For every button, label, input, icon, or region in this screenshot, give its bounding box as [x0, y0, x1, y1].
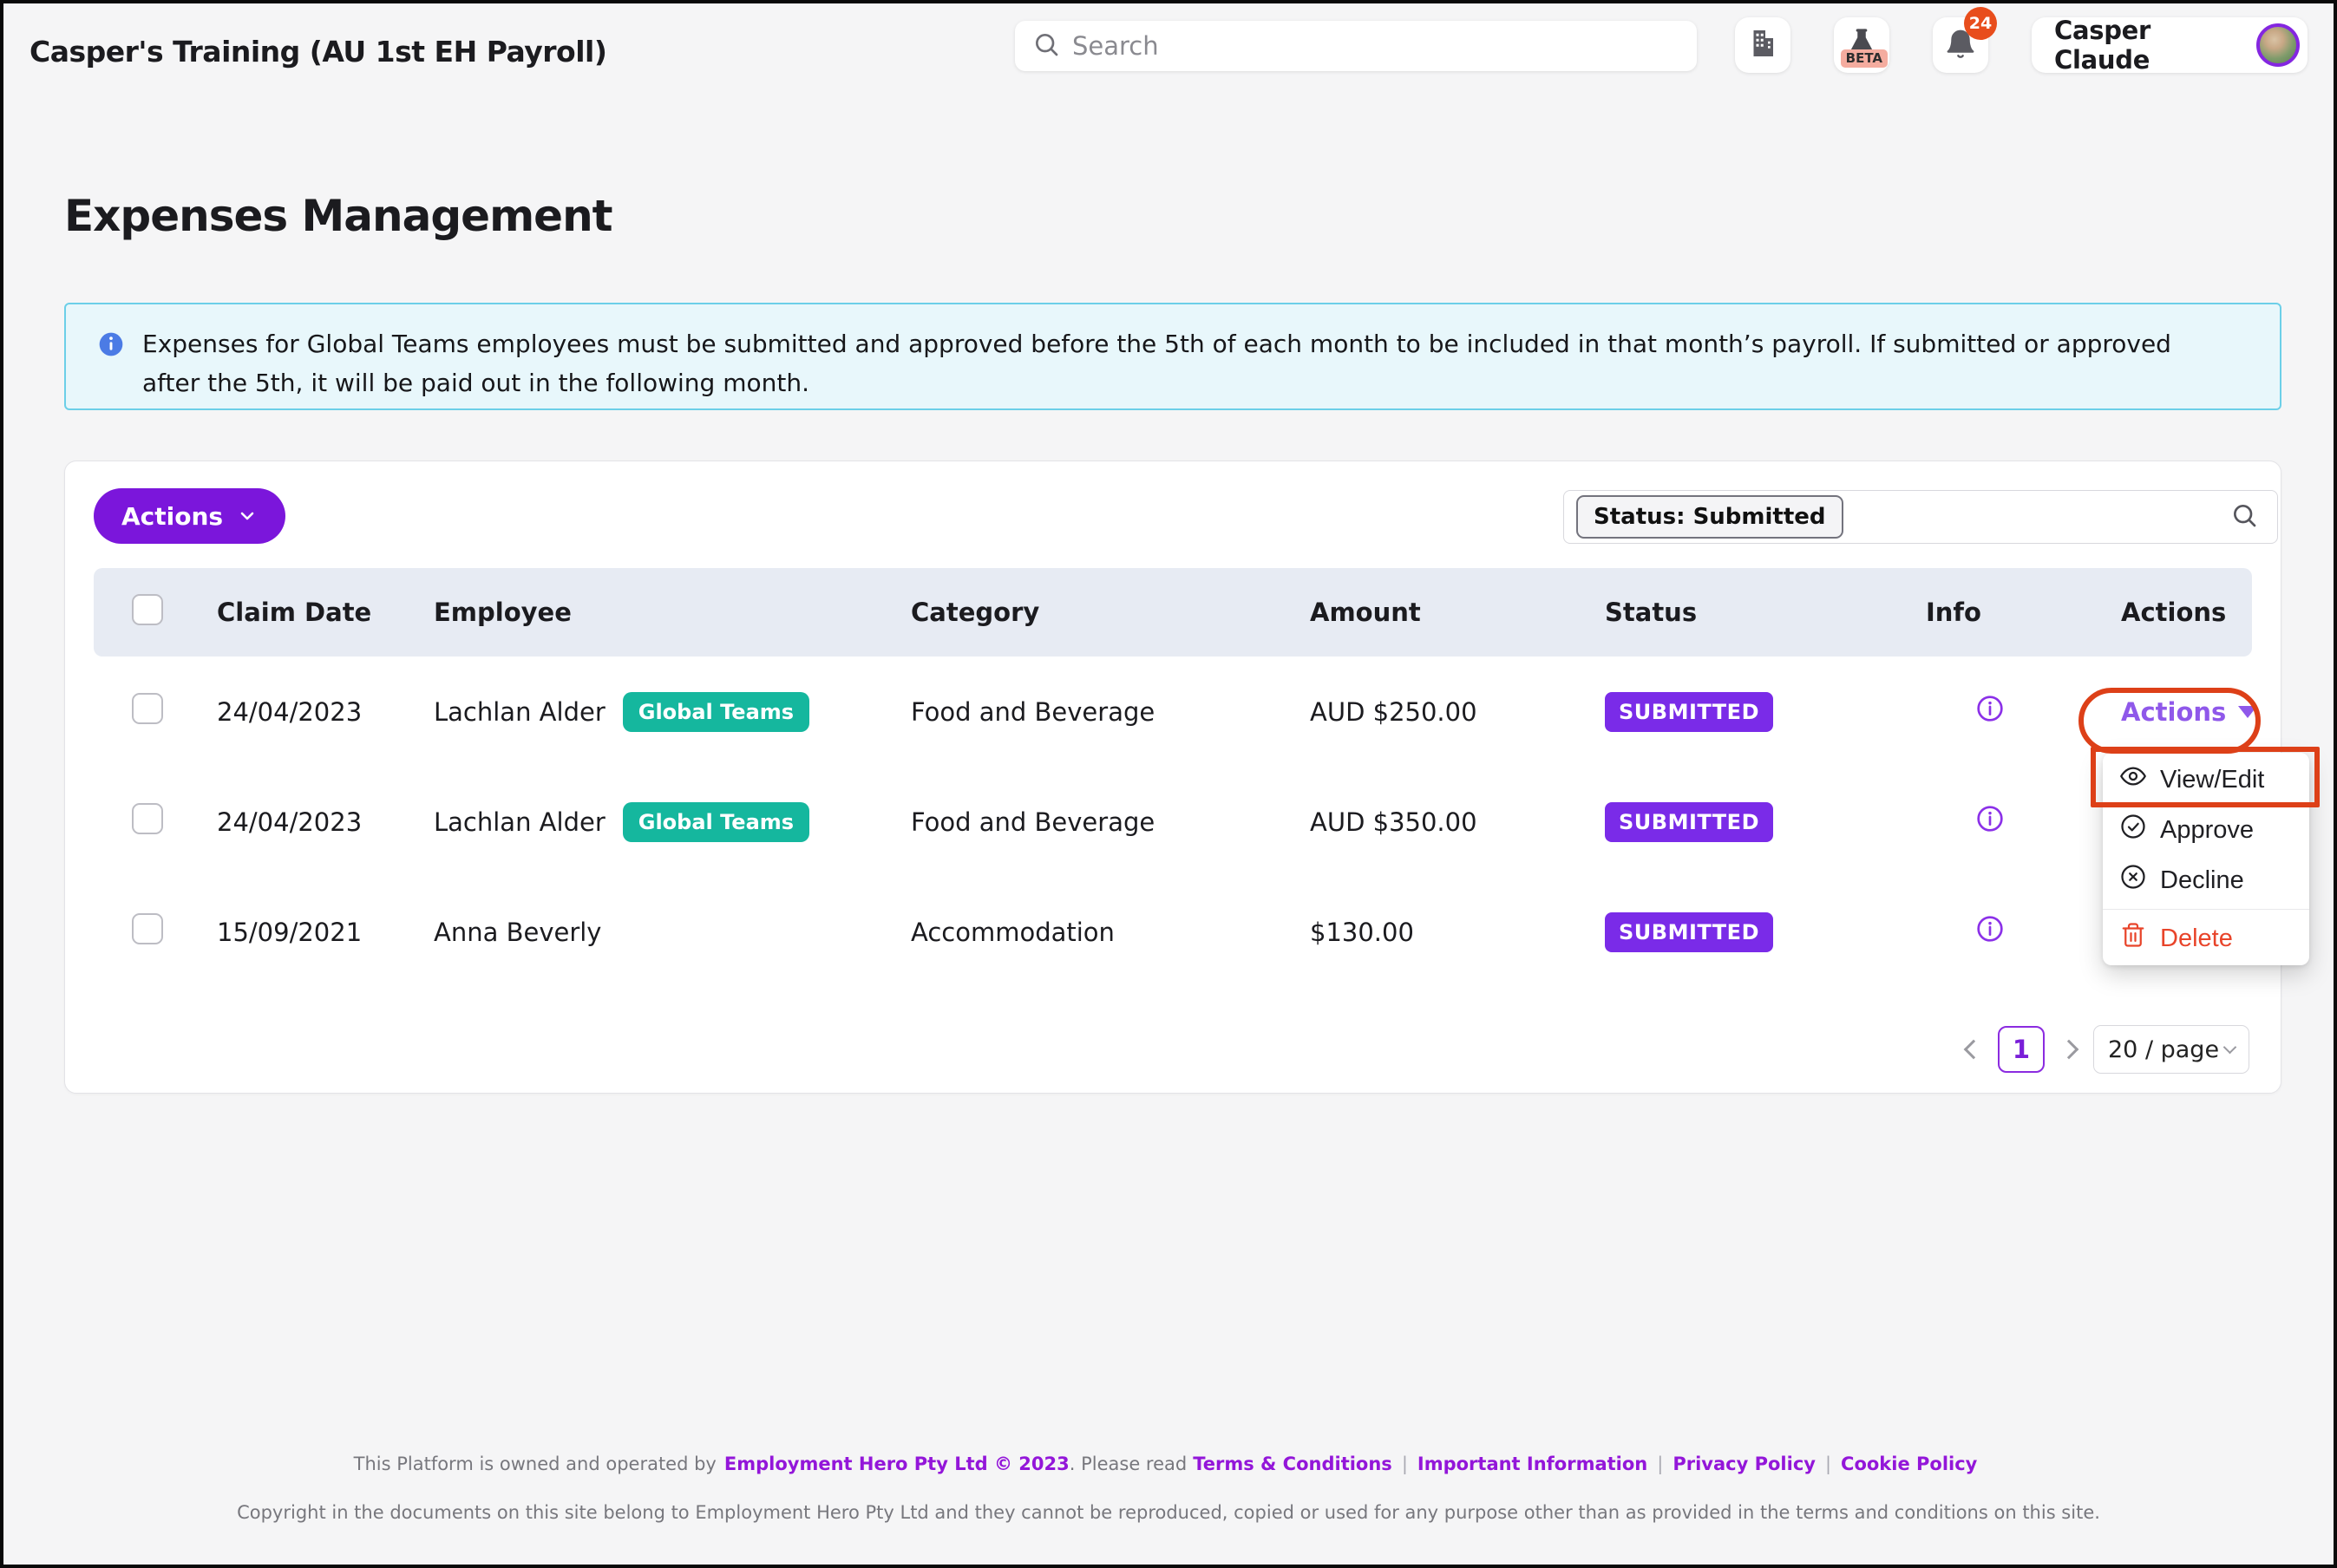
menu-item-delete[interactable]: Delete	[2103, 913, 2309, 964]
row-checkbox[interactable]	[132, 913, 163, 944]
expenses-management-page: Casper's Training (AU 1st EH Payroll)	[0, 0, 2337, 1568]
cell-employee-name: Lachlan Alder	[434, 807, 606, 837]
menu-item-approve[interactable]: Approve	[2103, 805, 2309, 855]
chevron-down-icon	[2223, 1041, 2237, 1055]
info-banner: Expenses for Global Teams employees must…	[64, 303, 2281, 410]
footer-link-important-info[interactable]: Important Information	[1417, 1454, 1647, 1474]
select-all-checkbox[interactable]	[132, 594, 163, 625]
page-size-select[interactable]: 20 / page	[2093, 1025, 2249, 1074]
status-badge: SUBMITTED	[1605, 912, 1773, 952]
menu-divider	[2103, 909, 2309, 910]
avatar	[2256, 23, 2300, 67]
table-row: 24/04/2023 Lachlan Alder Global Teams Fo…	[94, 657, 2252, 767]
header-amount: Amount	[1310, 598, 1605, 627]
caret-down-icon	[2238, 706, 2257, 718]
cell-category: Accommodation	[911, 918, 1310, 947]
global-teams-badge: Global Teams	[623, 802, 809, 842]
page-title: Expenses Management	[64, 191, 612, 241]
pagination: 1 20 / page	[1967, 1025, 2249, 1074]
cell-amount: $130.00	[1310, 918, 1605, 947]
row-info-icon[interactable]	[1976, 805, 2121, 839]
menu-label-decline: Decline	[2160, 866, 2244, 895]
bulk-actions-label: Actions	[121, 502, 223, 531]
filter-search-box[interactable]: Status: Submitted	[1563, 490, 2278, 544]
status-badge: SUBMITTED	[1605, 692, 1773, 732]
check-circle-icon	[2120, 813, 2146, 846]
x-circle-icon	[2120, 864, 2146, 897]
footer-prefix: This Platform is owned and operated by	[354, 1454, 717, 1474]
building-icon	[1747, 28, 1778, 62]
cell-amount: AUD $350.00	[1310, 807, 1605, 837]
footer-company-link[interactable]: Employment Hero Pty Ltd © 2023	[724, 1454, 1070, 1474]
cell-employee-name: Anna Beverly	[434, 918, 601, 947]
prev-page-icon[interactable]	[1964, 1040, 1984, 1060]
global-search[interactable]	[1015, 21, 1697, 71]
status-badge: SUBMITTED	[1605, 802, 1773, 842]
menu-label-view-edit: View/Edit	[2160, 766, 2264, 794]
cell-employee-name: Lachlan Alder	[434, 697, 606, 727]
table-row: 15/09/2021 Anna Beverly Accommodation $1…	[94, 877, 2252, 987]
row-info-icon[interactable]	[1976, 695, 2121, 728]
row-checkbox[interactable]	[132, 803, 163, 834]
next-page-icon[interactable]	[2059, 1040, 2079, 1060]
header-info: Info	[1926, 598, 2121, 627]
menu-item-decline[interactable]: Decline	[2103, 855, 2309, 905]
header-employee: Employee	[434, 598, 911, 627]
menu-item-view-edit[interactable]: View/Edit	[2103, 755, 2309, 805]
info-banner-text: Expenses for Global Teams employees must…	[142, 325, 2231, 408]
header-status: Status	[1605, 598, 1926, 627]
row-actions-button[interactable]: Actions	[2121, 697, 2257, 727]
menu-label-approve: Approve	[2160, 816, 2254, 845]
cell-category: Food and Beverage	[911, 697, 1310, 727]
footer-link-cookie[interactable]: Cookie Policy	[1841, 1454, 1977, 1474]
info-icon	[97, 325, 125, 408]
current-page-button[interactable]: 1	[1998, 1026, 2045, 1073]
footer-link-privacy[interactable]: Privacy Policy	[1673, 1454, 1816, 1474]
cell-claim-date: 24/04/2023	[217, 807, 434, 837]
header-category: Category	[911, 598, 1310, 627]
user-name: Casper Claude	[2054, 16, 2241, 75]
filter-search-icon[interactable]	[2230, 501, 2258, 532]
footer-mid: . Please read	[1070, 1454, 1187, 1474]
cell-claim-date: 24/04/2023	[217, 697, 434, 727]
chevron-down-icon	[237, 506, 258, 526]
footer-separator: |	[1657, 1454, 1663, 1474]
row-info-icon[interactable]	[1976, 915, 2121, 949]
footer-link-terms[interactable]: Terms & Conditions	[1193, 1454, 1392, 1474]
table-row: 24/04/2023 Lachlan Alder Global Teams Fo…	[94, 767, 2252, 877]
search-icon	[1032, 30, 1060, 62]
bulk-actions-button[interactable]: Actions	[94, 488, 285, 544]
expenses-card: Actions Status: Submitted Claim Date Emp…	[64, 461, 2281, 1094]
eye-icon	[2120, 763, 2146, 796]
cell-claim-date: 15/09/2021	[217, 918, 434, 947]
footer-separator: |	[1402, 1454, 1408, 1474]
notification-count-badge: 24	[1964, 7, 1997, 40]
beta-badge: BETA	[1841, 49, 1888, 68]
header-claim-date: Claim Date	[217, 598, 434, 627]
search-input[interactable]	[1072, 31, 1679, 61]
table-body: 24/04/2023 Lachlan Alder Global Teams Fo…	[94, 657, 2252, 987]
row-actions-menu: View/Edit Approve Decline	[2103, 753, 2309, 965]
cell-amount: AUD $250.00	[1310, 697, 1605, 727]
header-actions: Actions	[2121, 598, 2252, 627]
footer-separator: |	[1825, 1454, 1831, 1474]
footer-line-2: Copyright in the documents on this site …	[3, 1502, 2334, 1523]
status-filter-chip[interactable]: Status: Submitted	[1576, 495, 1843, 539]
org-title: Casper's Training (AU 1st EH Payroll)	[29, 35, 606, 69]
cell-category: Food and Beverage	[911, 807, 1310, 837]
menu-label-delete: Delete	[2160, 924, 2233, 953]
page-size-value: 20 / page	[2108, 1036, 2219, 1063]
user-menu[interactable]: Casper Claude	[2032, 17, 2308, 73]
table-header-row: Claim Date Employee Category Amount Stat…	[94, 568, 2252, 657]
notifications-button[interactable]: 24	[1933, 17, 1988, 73]
organisation-button[interactable]	[1735, 17, 1790, 73]
beta-labs-button[interactable]: BETA	[1834, 17, 1889, 73]
global-teams-badge: Global Teams	[623, 692, 809, 732]
trash-icon	[2120, 922, 2146, 955]
row-checkbox[interactable]	[132, 693, 163, 724]
footer-line-1: This Platform is owned and operated by Em…	[3, 1454, 2334, 1474]
row-actions-label: Actions	[2121, 697, 2226, 727]
